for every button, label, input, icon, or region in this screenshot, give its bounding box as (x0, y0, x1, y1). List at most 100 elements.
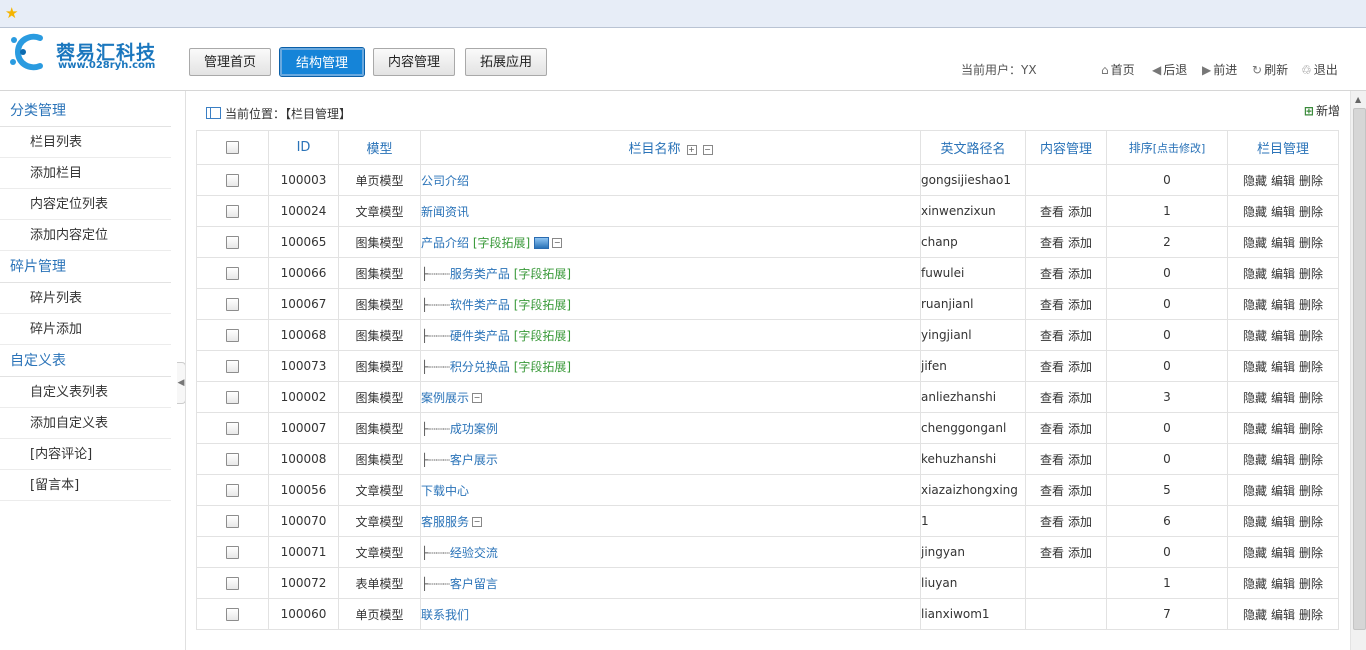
view-link[interactable]: 查看 (1040, 484, 1064, 498)
add-content-link[interactable]: 添加 (1068, 267, 1092, 281)
view-link[interactable]: 查看 (1040, 546, 1064, 560)
sidebar-item-add-position[interactable]: 添加内容定位 (0, 220, 171, 251)
row-sort[interactable]: 0 (1106, 319, 1228, 351)
hide-link[interactable]: 隐藏 (1243, 422, 1267, 436)
edit-link[interactable]: 编辑 (1271, 205, 1295, 219)
add-content-link[interactable]: 添加 (1068, 453, 1092, 467)
hide-link[interactable]: 隐藏 (1243, 484, 1267, 498)
row-sort[interactable]: 5 (1106, 474, 1228, 506)
field-extension-link[interactable]: [字段拓展] (514, 360, 571, 374)
hide-link[interactable]: 隐藏 (1243, 360, 1267, 374)
delete-link[interactable]: 删除 (1299, 205, 1323, 219)
delete-link[interactable]: 删除 (1299, 236, 1323, 250)
sidebar-item-custom-table-list[interactable]: 自定义表列表 (0, 377, 171, 408)
row-checkbox[interactable] (226, 236, 239, 249)
collapse-icon[interactable]: − (472, 517, 483, 527)
edit-link[interactable]: 编辑 (1271, 422, 1295, 436)
row-checkbox[interactable] (226, 174, 239, 187)
scroll-up-icon[interactable]: ▲ (1355, 95, 1361, 104)
col-header-id[interactable]: ID (268, 130, 339, 165)
edit-link[interactable]: 编辑 (1271, 174, 1295, 188)
edit-link[interactable]: 编辑 (1271, 267, 1295, 281)
row-checkbox[interactable] (226, 453, 239, 466)
sidebar-item-fragment-add[interactable]: 碎片添加 (0, 314, 171, 345)
col-header-model[interactable]: 模型 (338, 130, 421, 165)
add-content-link[interactable]: 添加 (1068, 391, 1092, 405)
column-name-link[interactable]: 联系我们 (422, 608, 470, 622)
logout-link[interactable]: ♲ 退出 (1301, 61, 1338, 78)
row-sort[interactable]: 6 (1106, 505, 1228, 537)
view-link[interactable]: 查看 (1040, 329, 1064, 343)
home-link[interactable]: ⌂ 首页 (1101, 61, 1135, 78)
view-link[interactable]: 查看 (1040, 205, 1064, 219)
collapse-all-icon[interactable]: − (702, 144, 713, 155)
edit-link[interactable]: 编辑 (1271, 360, 1295, 374)
sidebar-item-guestbook[interactable]: [留言本] (0, 470, 171, 501)
add-content-link[interactable]: 添加 (1068, 236, 1092, 250)
sidebar-item-fragment-list[interactable]: 碎片列表 (0, 283, 171, 314)
nav-extensions[interactable]: 拓展应用 (465, 48, 547, 76)
sidebar-item-add-custom-table[interactable]: 添加自定义表 (0, 408, 171, 439)
edit-link[interactable]: 编辑 (1271, 608, 1295, 622)
column-name-link[interactable]: 硬件类产品 (450, 329, 510, 343)
delete-link[interactable]: 删除 (1299, 422, 1323, 436)
sidebar-item-comments[interactable]: [内容评论] (0, 439, 171, 470)
hide-link[interactable]: 隐藏 (1243, 174, 1267, 188)
row-sort[interactable]: 0 (1106, 412, 1228, 444)
row-checkbox[interactable] (226, 515, 239, 528)
delete-link[interactable]: 删除 (1299, 577, 1323, 591)
field-extension-link[interactable]: [字段拓展] (473, 236, 530, 250)
column-name-link[interactable]: 成功案例 (450, 422, 498, 436)
add-content-link[interactable]: 添加 (1068, 298, 1092, 312)
row-sort[interactable]: 2 (1106, 226, 1228, 258)
row-sort[interactable]: 0 (1106, 350, 1228, 382)
view-link[interactable]: 查看 (1040, 267, 1064, 281)
add-content-link[interactable]: 添加 (1068, 360, 1092, 374)
hide-link[interactable]: 隐藏 (1243, 577, 1267, 591)
row-checkbox[interactable] (226, 329, 239, 342)
hide-link[interactable]: 隐藏 (1243, 391, 1267, 405)
view-link[interactable]: 查看 (1040, 236, 1064, 250)
add-new-button[interactable]: ⊞ 新增 (1304, 102, 1340, 119)
sidebar-group-fragment[interactable]: 碎片管理 (0, 251, 171, 283)
column-name-link[interactable]: 客服服务 (422, 515, 470, 529)
delete-link[interactable]: 删除 (1299, 391, 1323, 405)
delete-link[interactable]: 删除 (1299, 329, 1323, 343)
hide-link[interactable]: 隐藏 (1243, 205, 1267, 219)
row-checkbox[interactable] (226, 484, 239, 497)
column-name-link[interactable]: 经验交流 (450, 546, 498, 560)
add-content-link[interactable]: 添加 (1068, 422, 1092, 436)
edit-link[interactable]: 编辑 (1271, 298, 1295, 312)
forward-link[interactable]: ▶ 前进 (1202, 61, 1237, 78)
column-name-link[interactable]: 客户展示 (450, 453, 498, 467)
column-name-link[interactable]: 积分兑换品 (450, 360, 510, 374)
row-checkbox[interactable] (226, 391, 239, 404)
view-link[interactable]: 查看 (1040, 298, 1064, 312)
edit-link[interactable]: 编辑 (1271, 329, 1295, 343)
hide-link[interactable]: 隐藏 (1243, 453, 1267, 467)
delete-link[interactable]: 删除 (1299, 515, 1323, 529)
edit-link[interactable]: 编辑 (1271, 391, 1295, 405)
hide-link[interactable]: 隐藏 (1243, 329, 1267, 343)
nav-content[interactable]: 内容管理 (373, 48, 455, 76)
expand-all-icon[interactable]: + (686, 144, 697, 155)
hide-link[interactable]: 隐藏 (1243, 267, 1267, 281)
view-link[interactable]: 查看 (1040, 391, 1064, 405)
hide-link[interactable]: 隐藏 (1243, 236, 1267, 250)
delete-link[interactable]: 删除 (1299, 298, 1323, 312)
select-all-checkbox[interactable] (226, 141, 239, 154)
sidebar-item-position-list[interactable]: 内容定位列表 (0, 189, 171, 220)
column-name-link[interactable]: 案例展示 (422, 391, 470, 405)
delete-link[interactable]: 删除 (1299, 174, 1323, 188)
add-content-link[interactable]: 添加 (1068, 515, 1092, 529)
column-name-link[interactable]: 软件类产品 (450, 298, 510, 312)
edit-link[interactable]: 编辑 (1271, 515, 1295, 529)
collapse-icon[interactable]: − (552, 238, 563, 248)
column-name-link[interactable]: 客户留言 (450, 577, 498, 591)
favorites-star-icon[interactable]: ★ (5, 4, 18, 22)
delete-link[interactable]: 删除 (1299, 453, 1323, 467)
row-sort[interactable]: 0 (1106, 257, 1228, 289)
delete-link[interactable]: 删除 (1299, 360, 1323, 374)
column-name-link[interactable]: 服务类产品 (450, 267, 510, 281)
field-extension-link[interactable]: [字段拓展] (514, 298, 571, 312)
